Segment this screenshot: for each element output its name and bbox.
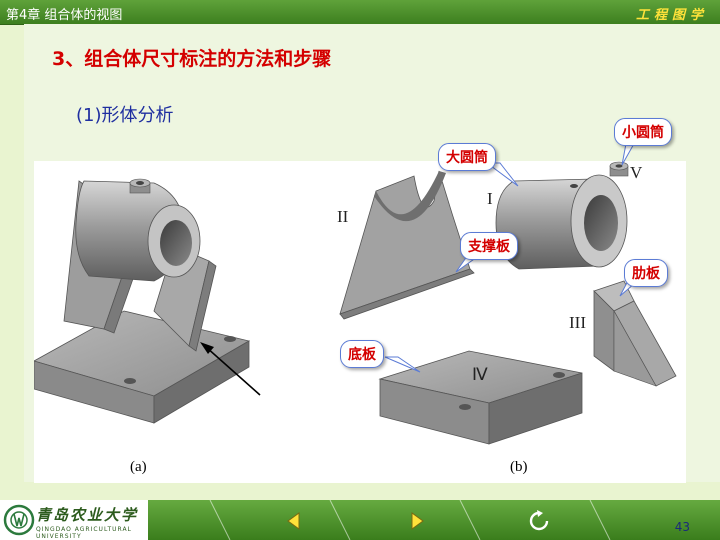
- caption-a: (a): [130, 459, 147, 475]
- support-plate-shape: [339, 170, 475, 320]
- rib-shape: [593, 280, 677, 387]
- page-title: 3、组合体尺寸标注的方法和步骤: [52, 48, 332, 70]
- section-subtitle: (1)形体分析: [76, 105, 174, 126]
- caption-b: (b): [510, 459, 528, 475]
- return-icon[interactable]: [528, 510, 550, 532]
- assembled-part: [34, 178, 261, 424]
- chapter-label: 第4章 组合体的视图: [6, 8, 123, 23]
- callout-base-plate: 底板: [340, 340, 384, 368]
- top-bar: 第4章 组合体的视图 工程图学: [0, 0, 720, 25]
- callout-large-cylinder: 大圆筒: [438, 143, 496, 171]
- figure-panel: (a) (b) II I V III Ⅳ: [34, 161, 686, 483]
- bottom-bar-dividers: [209, 500, 611, 540]
- label-roman-II: II: [337, 207, 349, 226]
- label-roman-III: III: [569, 313, 586, 332]
- callout-rib-plate: 肋板: [624, 259, 668, 287]
- figure-drawing: [34, 161, 677, 445]
- small-cylinder-shape: [609, 161, 629, 177]
- bottom-nav-bar: 青岛农业大学 QINGDAO AGRICULTURAL UNIVERSITY 4…: [0, 500, 720, 540]
- next-arrow-icon[interactable]: [406, 510, 428, 532]
- callout-support-plate: 支撑板: [460, 232, 518, 260]
- label-roman-IV: Ⅳ: [472, 365, 488, 384]
- course-brand: 工程图学: [635, 8, 708, 23]
- label-roman-V: V: [630, 163, 643, 182]
- label-roman-I: I: [487, 189, 493, 208]
- prev-arrow-icon[interactable]: [283, 510, 305, 532]
- page-number: 43: [674, 520, 690, 534]
- callout-small-cylinder: 小圆筒: [614, 118, 672, 146]
